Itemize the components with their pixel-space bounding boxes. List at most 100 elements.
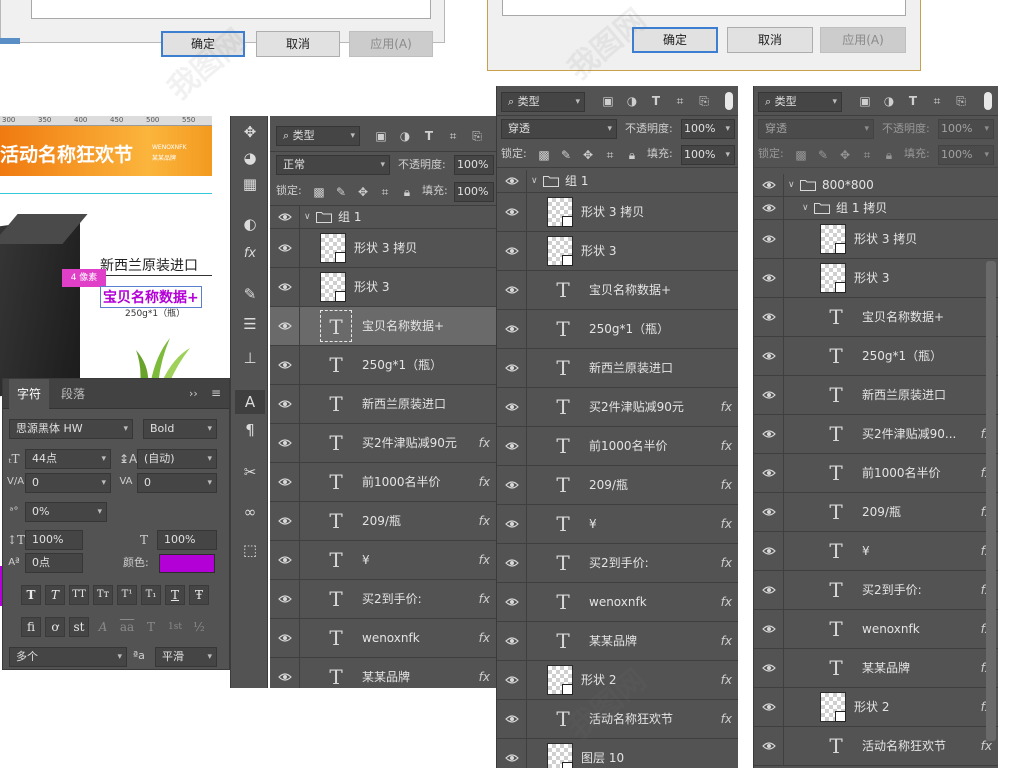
filter-kind-select[interactable]: ⌕ 类型 ▾ (276, 126, 360, 146)
visibility-eye-icon[interactable] (754, 571, 784, 609)
visibility-eye-icon[interactable] (754, 454, 784, 492)
filter-kind-select[interactable]: ⌕ 类型 ▾ (501, 92, 585, 112)
layer-row-group[interactable]: ∨ 800*800 (754, 174, 998, 197)
layer-row-text[interactable]: T ¥ fx (497, 505, 738, 544)
paragraph-icon[interactable]: ¶ (235, 418, 265, 442)
layer-fx-badge[interactable]: fx (479, 424, 490, 463)
filter-kind-select[interactable]: ⌕ 类型 ▾ (758, 92, 842, 112)
visibility-eye-icon[interactable] (497, 232, 527, 270)
layer-row-text[interactable]: Twenoxnfkfx (497, 583, 738, 622)
lock-brush-icon[interactable]: ✎ (334, 185, 348, 199)
visibility-eye-icon[interactable] (754, 337, 784, 375)
layer-row-text[interactable]: T前1000名半价fx (270, 463, 496, 502)
kerning-select[interactable]: 0 ▾ (25, 473, 111, 493)
opacity-input[interactable]: 100% (454, 155, 494, 175)
visibility-eye-icon[interactable] (270, 385, 300, 423)
visibility-eye-icon[interactable] (497, 544, 527, 582)
layer-fx-badge[interactable]: fx (721, 544, 732, 583)
layer-row-text[interactable]: T某某品牌fx (270, 658, 496, 688)
fill-input[interactable]: 100% ▾ (938, 145, 994, 165)
brush-adjust-icon[interactable]: ✎ (235, 282, 265, 306)
layer-fx-badge[interactable]: fx (721, 505, 732, 544)
layer-row-shape[interactable]: 形状 2fx (754, 688, 998, 727)
layer-fx-badge[interactable]: fx (721, 466, 732, 505)
filter-type-icon[interactable]: T (906, 94, 920, 108)
layer-row-text[interactable]: T 买2到手价: fx (270, 580, 496, 619)
layers-scrollbar[interactable] (986, 261, 996, 741)
filter-smart-icon[interactable]: ⎘ (954, 94, 968, 108)
layer-row-text[interactable]: T 买2到手价: fx (497, 544, 738, 583)
layer-row-text[interactable]: T 活动名称狂欢节 fx (754, 727, 998, 766)
layer-row-text[interactable]: T 250g*1（瓶） (270, 346, 496, 385)
visibility-eye-icon[interactable] (754, 197, 784, 219)
disclosure-chevron-icon[interactable]: ∨ (802, 197, 809, 220)
layer-row-shape[interactable]: 形状 3 拷贝 (497, 193, 738, 232)
layer-fx-badge[interactable]: fx (479, 580, 490, 619)
visibility-eye-icon[interactable] (497, 583, 527, 621)
visibility-eye-icon[interactable] (754, 220, 784, 258)
visibility-eye-icon[interactable] (754, 493, 784, 531)
layer-row-text[interactable]: T某某品牌fx (754, 649, 998, 688)
dialog-left-apply-button[interactable]: 应用(A) (349, 31, 433, 57)
dialog-right-field[interactable] (502, 0, 906, 16)
filter-shape-icon[interactable]: ⌗ (673, 94, 687, 108)
layer-row-shape[interactable]: 形状 3 (270, 268, 496, 307)
dialog-right-cancel-button[interactable]: 取消 (727, 27, 813, 53)
layer-row-text[interactable]: T买2件津贴减90...fx (754, 415, 998, 454)
lock-move-icon[interactable]: ✥ (838, 148, 852, 162)
antialias-select[interactable]: 平滑 ▾ (155, 647, 217, 667)
visibility-eye-icon[interactable] (754, 532, 784, 570)
cc-icon[interactable]: ∞ (235, 500, 265, 524)
layer-row-text[interactable]: T 买2件津贴减90元 fx (270, 424, 496, 463)
visibility-eye-icon[interactable] (270, 658, 300, 688)
panel-menu-icon[interactable]: ≡ (211, 386, 221, 400)
tsume-select[interactable]: 0% ▾ (25, 502, 107, 522)
layer-row-text[interactable]: T 宝贝名称数据+ (497, 271, 738, 310)
layer-fx-badge[interactable]: fx (479, 463, 490, 502)
visibility-eye-icon[interactable] (754, 610, 784, 648)
font-size-select[interactable]: 44点 ▾ (25, 449, 111, 469)
horizontal-scale-input[interactable]: 100% (157, 530, 217, 550)
type-a-icon[interactable]: A (235, 390, 265, 414)
layer-fx-badge[interactable]: fx (721, 427, 732, 466)
product-data-text[interactable]: 宝贝名称数据+ (100, 286, 202, 308)
faux-italic-button[interactable]: T (45, 585, 65, 605)
layer-row-text[interactable]: T209/瓶fx (754, 493, 998, 532)
old-style-button[interactable]: ơ (45, 617, 65, 637)
layer-row-text[interactable]: T 新西兰原装进口 (754, 376, 998, 415)
filter-adjust-icon[interactable]: ◑ (398, 129, 412, 143)
visibility-eye-icon[interactable] (497, 700, 527, 738)
filter-shape-icon[interactable]: ⌗ (446, 129, 460, 143)
all-caps-button[interactable]: TT (69, 585, 89, 605)
small-caps-button[interactable]: Tт (93, 585, 113, 605)
lock-brush-icon[interactable]: ✎ (816, 148, 830, 162)
layer-row-text[interactable]: T ¥ fx (270, 541, 496, 580)
leading-select[interactable]: (自动) ▾ (137, 449, 217, 469)
layer-fx-badge[interactable]: fx (479, 658, 490, 688)
visibility-eye-icon[interactable] (497, 739, 527, 768)
layer-row-text[interactable]: T 宝贝名称数据+ (270, 307, 496, 346)
visibility-eye-icon[interactable] (270, 206, 300, 228)
layer-row-text[interactable]: T某某品牌fx (497, 622, 738, 661)
tab-character[interactable]: 字符 (9, 379, 49, 409)
layer-fx-badge[interactable]: fx (721, 583, 732, 622)
layer-row-text[interactable]: T前1000名半价fx (754, 454, 998, 493)
lock-artboard-icon[interactable]: ⌗ (860, 148, 874, 162)
layer-row-text[interactable]: Twenoxnfkfx (754, 610, 998, 649)
visibility-eye-icon[interactable] (754, 174, 784, 196)
layer-row-text[interactable]: T 新西兰原装进口 (497, 349, 738, 388)
color-swatch[interactable] (159, 554, 215, 573)
visibility-eye-icon[interactable] (754, 415, 784, 453)
opacity-input[interactable]: 100% ▾ (681, 119, 735, 139)
lock-all-icon[interactable]: 🔒︎ (625, 148, 639, 162)
filter-pixel-icon[interactable]: ▣ (374, 129, 388, 143)
dialog-right-apply-button[interactable]: 应用(A) (820, 27, 906, 53)
layer-row-text[interactable]: T209/瓶fx (497, 466, 738, 505)
blend-mode-select[interactable]: 正常 ▾ (276, 155, 390, 175)
superscript-button[interactable]: T¹ (117, 585, 137, 605)
filter-pixel-icon[interactable]: ▣ (601, 94, 615, 108)
cube-icon[interactable]: ⬚ (235, 538, 265, 562)
layer-row-text[interactable]: T 250g*1（瓶） (754, 337, 998, 376)
visibility-eye-icon[interactable] (270, 580, 300, 618)
font-family-select[interactable]: 思源黑体 HW ▾ (9, 419, 133, 439)
